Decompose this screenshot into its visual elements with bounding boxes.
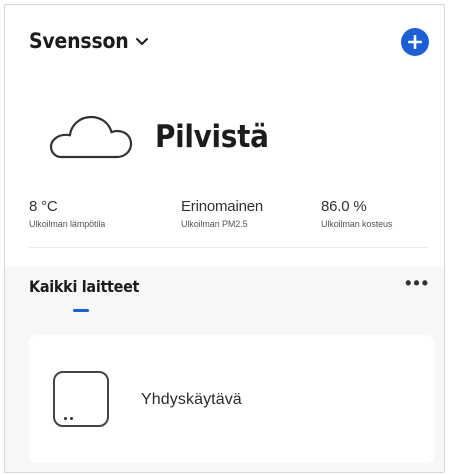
temperature-value: 8 °C	[29, 198, 58, 215]
pm25-label: Ulkoilman PM2.5	[181, 219, 248, 229]
cloud-icon	[49, 115, 133, 159]
devices-section-header: Kaikki laitteet •••	[5, 267, 444, 327]
pm25-stat: Erinomainen Ulkoilman PM2.5	[181, 198, 263, 229]
temperature-stat: 8 °C Ulkoilman lämpötila	[29, 198, 105, 229]
weather-condition: Pilvistä	[155, 119, 269, 155]
more-horizontal-icon[interactable]: •••	[405, 273, 430, 294]
gateway-icon	[53, 371, 109, 427]
humidity-value: 86.0 %	[321, 198, 367, 215]
tab-all-devices[interactable]: Kaikki laitteet	[29, 277, 139, 296]
pm25-value: Erinomainen	[181, 198, 264, 215]
home-name: Svensson	[29, 29, 129, 53]
plus-icon	[408, 35, 422, 49]
device-name: Yhdyskäytävä	[141, 391, 242, 408]
divider	[29, 247, 428, 248]
weather-summary: Pilvistä	[45, 113, 269, 161]
add-button[interactable]	[401, 28, 429, 56]
app-frame: Svensson Pilvistä 8 °C Ulkoilman lämpöti…	[4, 4, 445, 473]
humidity-stat: 86.0 % Ulkoilman kosteus	[321, 198, 392, 229]
chevron-down-icon	[135, 38, 148, 45]
temperature-label: Ulkoilman lämpötila	[29, 219, 106, 229]
tab-indicator	[73, 309, 89, 312]
device-card-gateway[interactable]: Yhdyskäytävä	[29, 335, 434, 463]
weather-stats: 8 °C Ulkoilman lämpötila Erinomainen Ulk…	[29, 198, 428, 238]
home-selector[interactable]: Svensson	[29, 29, 149, 53]
humidity-label: Ulkoilman kosteus	[321, 219, 393, 229]
header-panel: Svensson Pilvistä 8 °C Ulkoilman lämpöti…	[5, 5, 444, 267]
